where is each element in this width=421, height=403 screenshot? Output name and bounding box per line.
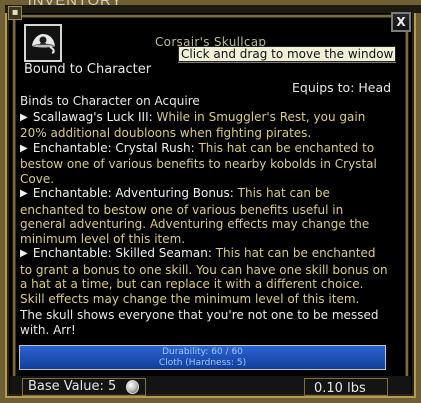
base-value: Base Value: 5 [28, 379, 117, 394]
equip-slot: Equips to: Head [292, 80, 392, 95]
drag-tooltip: Click and drag to move the window [178, 46, 397, 62]
effect-item: ▶ Scallawag's Luck III: While in Smuggle… [20, 110, 390, 141]
effect-name: Enchantable: Skilled Seaman: [32, 246, 212, 260]
close-button[interactable]: X [391, 12, 411, 32]
window-menu-icon[interactable]: ▪ [8, 6, 22, 20]
bound-status: Bound to Character [24, 62, 152, 77]
effect-name: Scallawag's Luck III: [32, 109, 153, 124]
window-title: INVENTORY [27, 0, 123, 8]
effect-name: Enchantable: Adventuring Bonus: [32, 186, 234, 200]
durability-text: Durability: 60 / 60 [162, 347, 243, 357]
flavor-text: The skull shows everyone that you're not… [20, 308, 379, 337]
material-text: Cloth (Hardness: 5) [158, 358, 247, 368]
effect-item: ▶ Enchantable: Adventuring Bonus: This h… [20, 186, 390, 246]
item-weight: 0.10 lbs [314, 381, 366, 396]
bullet-arrow-icon: ▶ [20, 142, 28, 154]
item-icon [24, 24, 62, 62]
bullet-arrow-icon: ▶ [20, 188, 28, 199]
silver-coin-icon [126, 380, 139, 394]
effect-item: ▶ Enchantable: Skilled Seaman: This hat … [20, 246, 390, 306]
effect-item: ▶ Enchantable: Crystal Rush: This hat ca… [20, 141, 390, 187]
binds-text: Binds to Character on Acquire [20, 94, 200, 108]
pirate-hat-icon [26, 26, 60, 60]
effect-name: Enchantable: Crystal Rush: [32, 140, 195, 155]
bullet-arrow-icon: ▶ [20, 248, 28, 259]
item-description: Binds to Character on Acquire ▶ Scallawa… [20, 94, 390, 337]
bullet-arrow-icon: ▶ [20, 111, 28, 123]
durability-bar: Durability: 60 / 60 Cloth (Hardness: 5) [19, 345, 386, 370]
